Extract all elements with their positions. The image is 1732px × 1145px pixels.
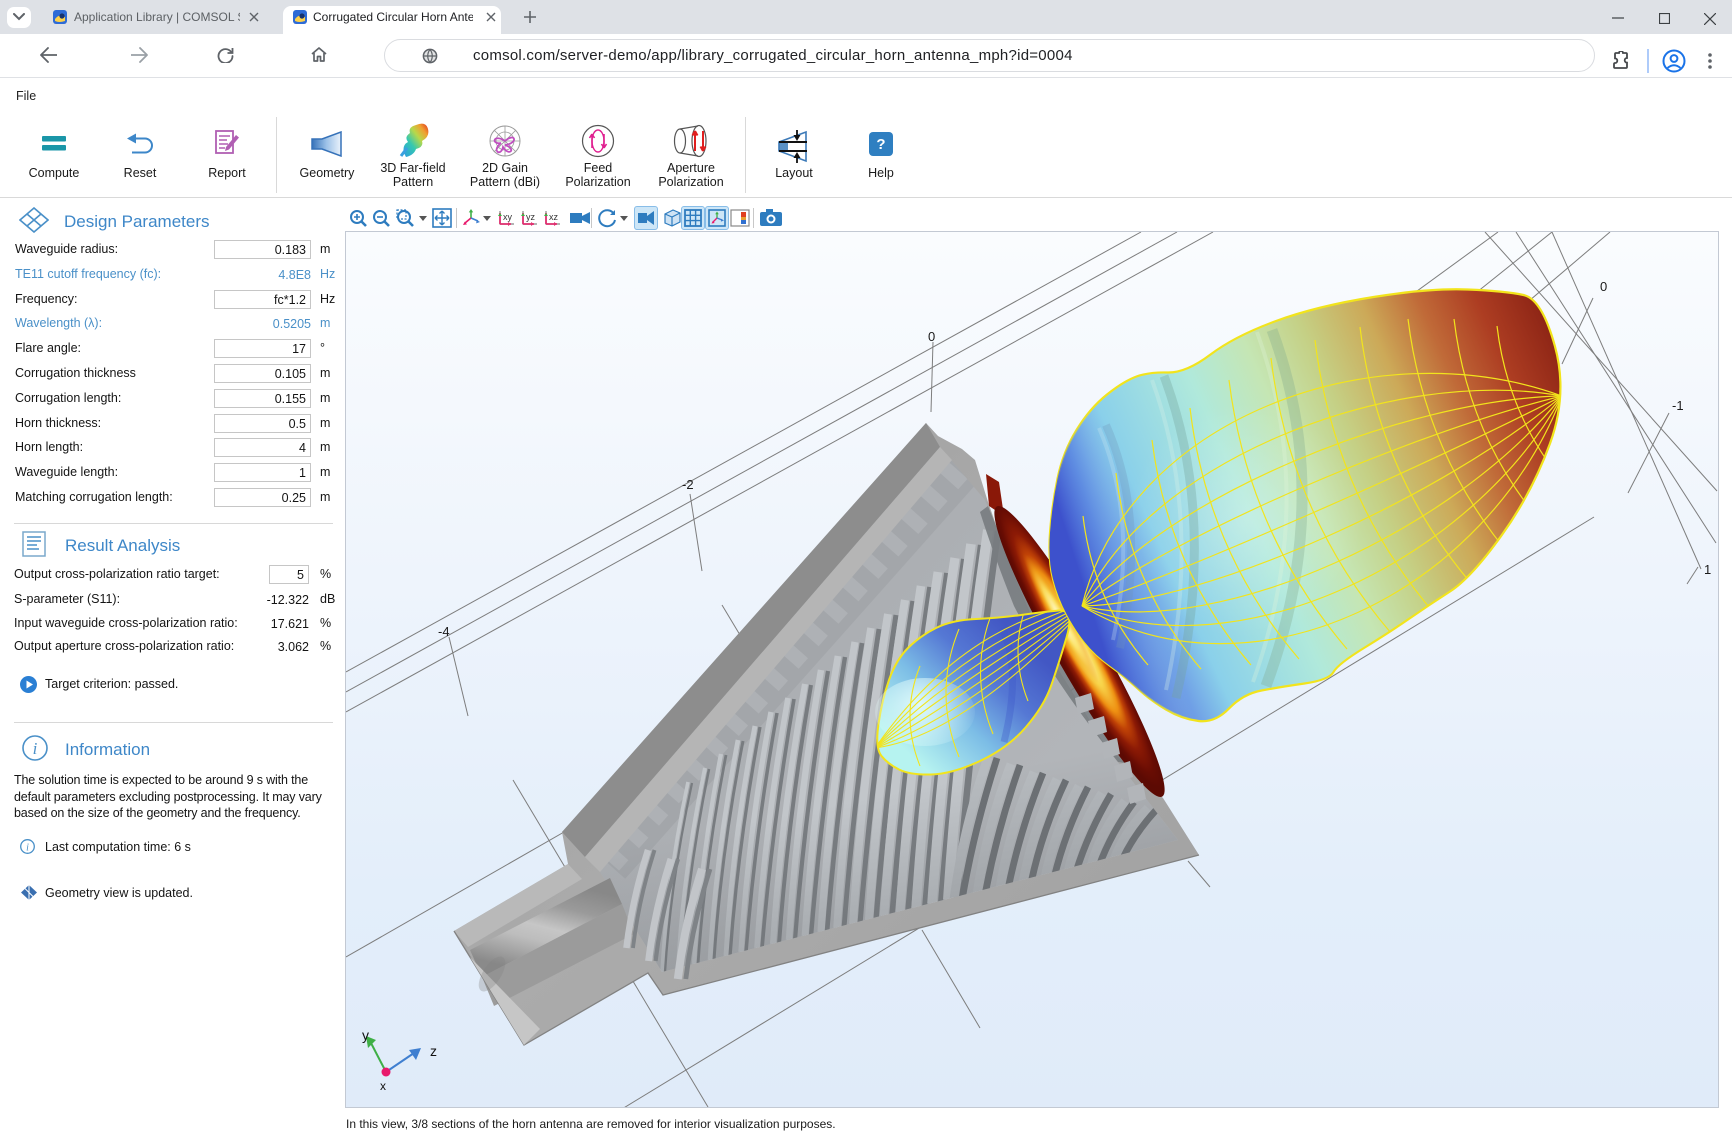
svg-text:i: i (33, 739, 38, 758)
svg-text:1: 1 (1704, 562, 1711, 577)
svg-text:0: 0 (1600, 279, 1607, 294)
svg-text:z: z (430, 1043, 437, 1059)
svg-text:yz: yz (526, 212, 536, 222)
svg-text:-1: -1 (1672, 398, 1684, 413)
svg-text:y: y (362, 1027, 369, 1043)
svg-text:i: i (26, 843, 29, 854)
svg-text:0: 0 (928, 329, 935, 344)
svg-text:?: ? (876, 136, 885, 153)
svg-text:-4: -4 (438, 624, 450, 639)
svg-text:xy: xy (503, 212, 513, 222)
svg-text:xz: xz (549, 212, 559, 222)
svg-text:-2: -2 (682, 477, 694, 492)
svg-text:x: x (380, 1079, 386, 1093)
